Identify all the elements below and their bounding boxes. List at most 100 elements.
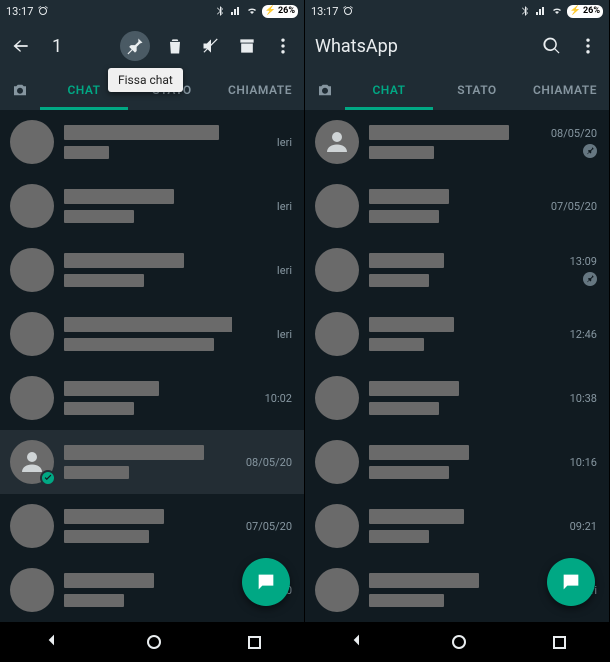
chat-content bbox=[64, 189, 232, 223]
chat-time: Ieri bbox=[277, 200, 292, 213]
bluetooth-icon bbox=[519, 5, 531, 17]
more-button[interactable] bbox=[272, 35, 294, 57]
alarm-icon bbox=[37, 5, 49, 17]
chat-time: Ieri bbox=[277, 136, 292, 149]
chat-name-redacted bbox=[64, 445, 204, 460]
system-nav-bar bbox=[0, 622, 304, 662]
chat-name-redacted bbox=[64, 381, 159, 396]
mute-button[interactable] bbox=[200, 35, 222, 57]
more-button[interactable] bbox=[577, 35, 599, 57]
nav-recent[interactable] bbox=[553, 636, 566, 649]
signal-icon bbox=[535, 5, 547, 17]
selection-count: 1 bbox=[52, 36, 106, 57]
chat-row[interactable]: 07/05/20 bbox=[305, 174, 609, 238]
chat-time: 07/05/20 bbox=[551, 200, 597, 213]
chat-message-redacted bbox=[64, 530, 149, 543]
avatar[interactable] bbox=[10, 504, 54, 548]
phone-right: 13:17 ⚡26% WhatsApp CHAT STATO CHIAMATE … bbox=[305, 0, 610, 662]
tab-chat[interactable]: CHAT bbox=[345, 70, 433, 110]
nav-recent[interactable] bbox=[248, 636, 261, 649]
chat-row[interactable]: 09:21 bbox=[305, 494, 609, 558]
avatar[interactable] bbox=[10, 120, 54, 164]
avatar[interactable] bbox=[10, 376, 54, 420]
avatar[interactable] bbox=[315, 504, 359, 548]
chat-content bbox=[369, 317, 537, 351]
chat-message-redacted bbox=[369, 402, 439, 415]
chat-row[interactable]: 10:02 bbox=[0, 366, 304, 430]
chat-list[interactable]: IeriIeriIeriIeri10:0208/05/2007/05/2007/… bbox=[0, 110, 304, 622]
chat-message-redacted bbox=[64, 402, 134, 415]
chat-row[interactable]: 13:09 bbox=[305, 238, 609, 302]
nav-back[interactable] bbox=[349, 632, 365, 652]
wifi-icon bbox=[551, 5, 563, 17]
chat-list[interactable]: 08/05/20 07/05/20 13:0912:46 10:38 10:16 09:2… bbox=[305, 110, 609, 622]
chat-time: Ieri bbox=[277, 264, 292, 277]
chat-row[interactable]: Ieri bbox=[0, 174, 304, 238]
chat-name-redacted bbox=[369, 445, 469, 460]
nav-home[interactable] bbox=[147, 635, 161, 649]
pinned-icon bbox=[583, 144, 597, 158]
chat-meta: 08/05/20 bbox=[547, 127, 597, 158]
chat-name-redacted bbox=[369, 381, 459, 396]
camera-tab[interactable] bbox=[305, 81, 345, 99]
avatar[interactable] bbox=[10, 248, 54, 292]
avatar[interactable] bbox=[10, 568, 54, 612]
tab-chiamate[interactable]: CHIAMATE bbox=[521, 70, 609, 110]
new-chat-fab[interactable] bbox=[547, 558, 595, 606]
chat-name-redacted bbox=[64, 125, 219, 140]
chat-message-redacted bbox=[369, 146, 434, 159]
status-time: 13:17 bbox=[311, 5, 338, 18]
back-button[interactable] bbox=[10, 35, 32, 57]
avatar[interactable] bbox=[10, 440, 54, 484]
avatar[interactable] bbox=[315, 568, 359, 612]
chat-row[interactable]: Ieri bbox=[0, 110, 304, 174]
tab-stato[interactable]: STATO bbox=[433, 70, 521, 110]
avatar[interactable] bbox=[315, 120, 359, 164]
nav-back[interactable] bbox=[44, 632, 60, 652]
avatar[interactable] bbox=[315, 248, 359, 292]
avatar[interactable] bbox=[315, 440, 359, 484]
pin-button[interactable] bbox=[120, 31, 150, 61]
chat-row[interactable]: Ieri bbox=[0, 302, 304, 366]
chat-name-redacted bbox=[369, 573, 479, 588]
chat-content bbox=[369, 381, 537, 415]
avatar[interactable] bbox=[315, 312, 359, 356]
alarm-icon bbox=[342, 5, 354, 17]
chat-meta: 10:16 bbox=[547, 456, 597, 469]
tab-chiamate[interactable]: CHIAMATE bbox=[216, 70, 304, 110]
chat-name-redacted bbox=[369, 317, 454, 332]
chat-meta: 09:21 bbox=[547, 520, 597, 533]
chat-row[interactable]: 08/05/20 bbox=[305, 110, 609, 174]
delete-button[interactable] bbox=[164, 35, 186, 57]
avatar[interactable] bbox=[10, 184, 54, 228]
nav-home[interactable] bbox=[452, 635, 466, 649]
chat-name-redacted bbox=[369, 509, 464, 524]
chat-time: 10:02 bbox=[265, 392, 292, 405]
signal-icon bbox=[230, 5, 242, 17]
phone-left: 13:17 ⚡26% 1 bbox=[0, 0, 305, 662]
chat-message-redacted bbox=[369, 466, 449, 479]
chat-time: 07/05/20 bbox=[246, 520, 292, 533]
chat-message-redacted bbox=[64, 274, 144, 287]
search-button[interactable] bbox=[541, 35, 563, 57]
camera-tab[interactable] bbox=[0, 81, 40, 99]
chat-name-redacted bbox=[369, 253, 444, 268]
chat-time: 10:16 bbox=[570, 456, 597, 469]
chat-row[interactable]: 12:46 bbox=[305, 302, 609, 366]
status-bar: 13:17 ⚡26% bbox=[0, 0, 304, 22]
avatar[interactable] bbox=[315, 184, 359, 228]
chat-meta: 10:38 bbox=[547, 392, 597, 405]
chat-row[interactable]: 10:38 bbox=[305, 366, 609, 430]
chat-name-redacted bbox=[64, 317, 232, 332]
avatar[interactable] bbox=[10, 312, 54, 356]
avatar[interactable] bbox=[315, 376, 359, 420]
chat-row[interactable]: 08/05/20 bbox=[0, 430, 304, 494]
archive-button[interactable] bbox=[236, 35, 258, 57]
chat-row[interactable]: Ieri bbox=[0, 238, 304, 302]
new-chat-fab[interactable] bbox=[242, 558, 290, 606]
chat-row[interactable]: 07/05/20 bbox=[0, 494, 304, 558]
chat-name-redacted bbox=[369, 189, 449, 204]
chat-row[interactable]: 10:16 bbox=[305, 430, 609, 494]
chat-content bbox=[64, 381, 232, 415]
chat-content bbox=[64, 509, 232, 543]
